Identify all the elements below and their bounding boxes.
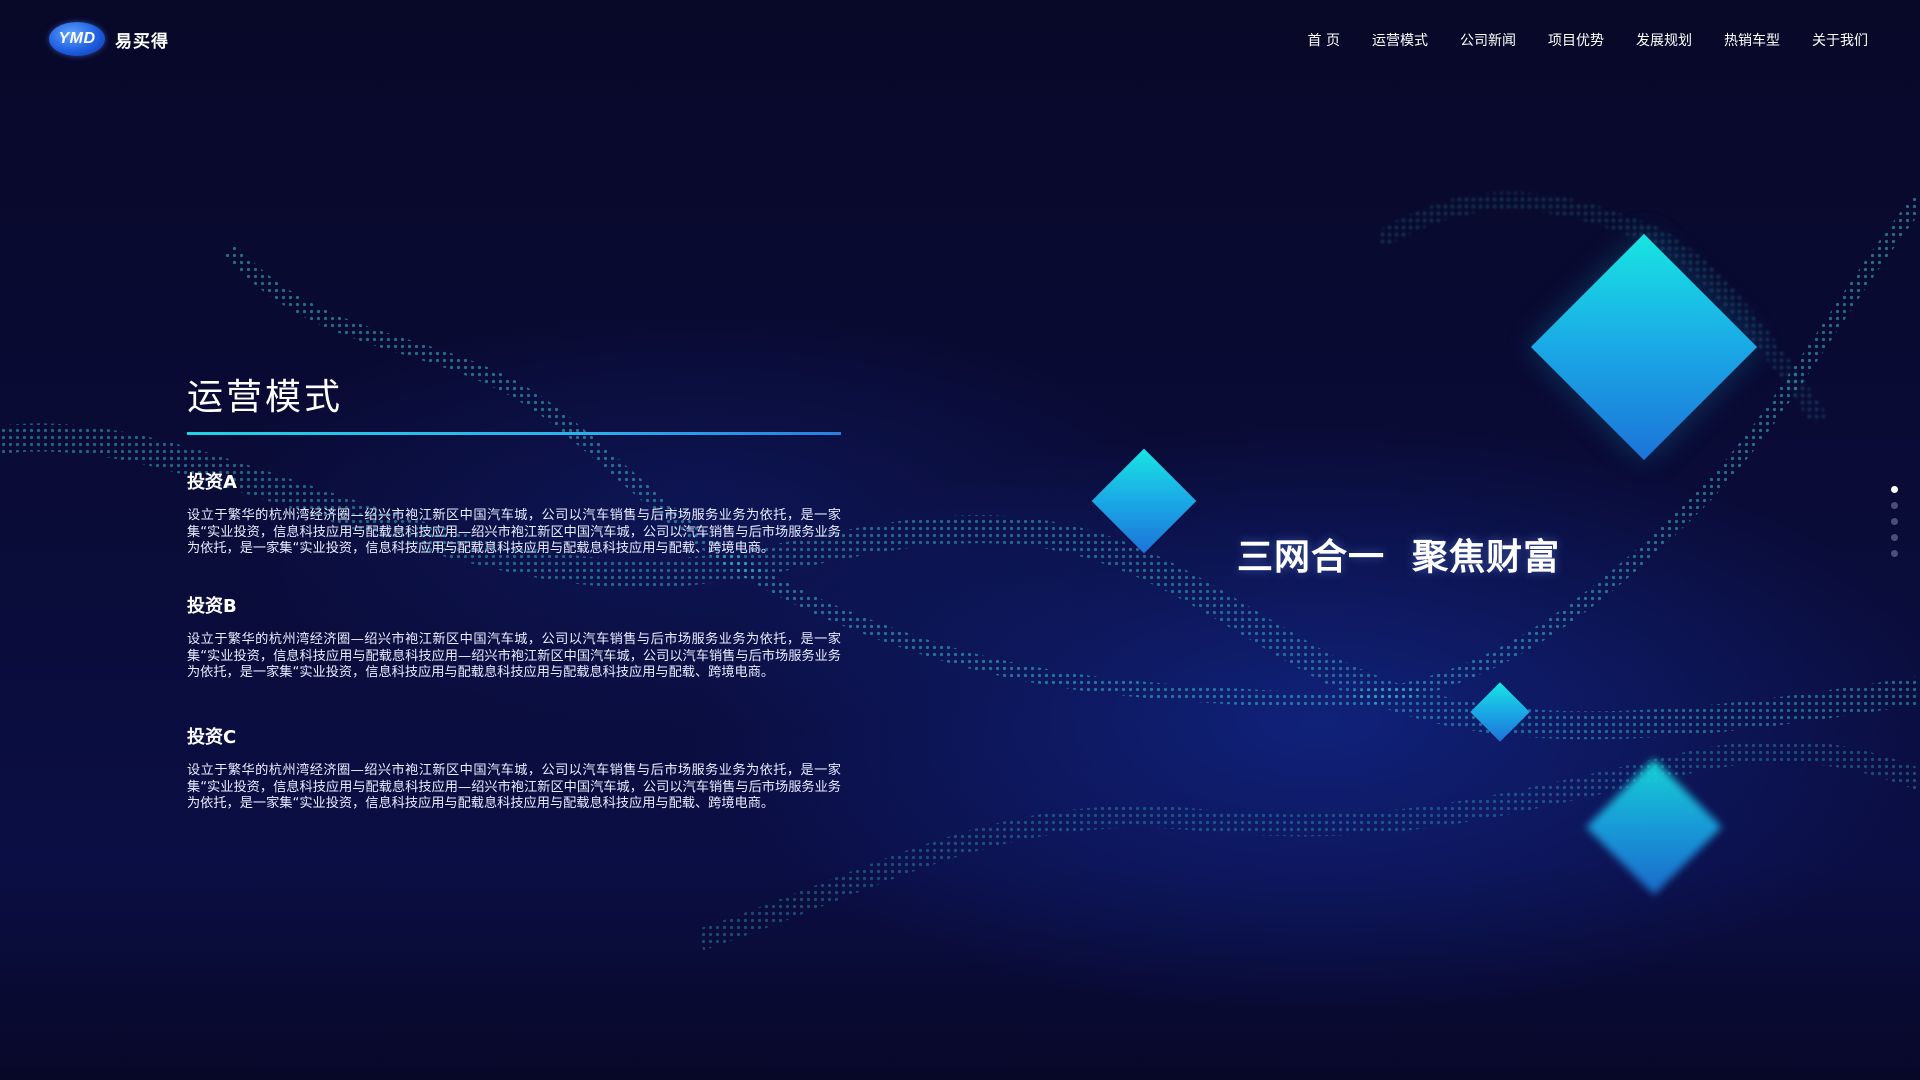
investment-title: 投资A: [187, 472, 237, 493]
pager-dot-3[interactable]: [1891, 518, 1898, 525]
nav-item-development-plan[interactable]: 发展规划: [1636, 30, 1692, 50]
top-header: YMD 易买得 首 页 运营模式 公司新闻 项目优势 发展规划 热销车型 关于我…: [0, 0, 1920, 80]
brand-name: 易买得: [115, 31, 169, 52]
investment-title: 投资C: [187, 727, 237, 748]
page: YMD 易买得 首 页 运营模式 公司新闻 项目优势 发展规划 热销车型 关于我…: [0, 0, 1920, 1080]
investment-block-b: 投资B 设立于繁华的杭州湾经济圈—绍兴市袍江新区中国汽车城，公司以汽车销售与后市…: [187, 592, 841, 682]
nav-item-about-us[interactable]: 关于我们: [1812, 30, 1868, 50]
pager-dot-1[interactable]: [1891, 486, 1898, 493]
nav-item-company-news[interactable]: 公司新闻: [1460, 30, 1516, 50]
nav-item-project-advantages[interactable]: 项目优势: [1548, 30, 1604, 50]
pager-dot-5[interactable]: [1891, 550, 1898, 557]
page-title: 运营模式: [187, 377, 344, 418]
hero-slogan: 三网合一 聚焦财富: [1237, 537, 1561, 578]
brand-logo[interactable]: YMD 易买得: [49, 22, 169, 56]
nav-item-home[interactable]: 首 页: [1308, 30, 1340, 50]
title-underline: [187, 432, 841, 435]
page-indicator: [1891, 486, 1898, 566]
investment-description: 设立于繁华的杭州湾经济圈—绍兴市袍江新区中国汽车城，公司以汽车销售与后市场服务业…: [187, 763, 841, 811]
investment-title: 投资B: [187, 596, 237, 617]
pager-dot-4[interactable]: [1891, 534, 1898, 541]
investment-block-a: 投资A 设立于繁华的杭州湾经济圈—绍兴市袍江新区中国汽车城，公司以汽车销售与后市…: [187, 468, 841, 558]
nav-item-hot-models[interactable]: 热销车型: [1724, 30, 1780, 50]
main-nav: 首 页 运营模式 公司新闻 项目优势 发展规划 热销车型 关于我们: [1276, 30, 1868, 50]
logo-badge: YMD: [49, 22, 105, 56]
investment-block-c: 投资C 设立于繁华的杭州湾经济圈—绍兴市袍江新区中国汽车城，公司以汽车销售与后市…: [187, 723, 841, 813]
investment-description: 设立于繁华的杭州湾经济圈—绍兴市袍江新区中国汽车城，公司以汽车销售与后市场服务业…: [187, 632, 841, 680]
nav-item-operation-mode[interactable]: 运营模式: [1372, 30, 1428, 50]
investment-description: 设立于繁华的杭州湾经济圈—绍兴市袍江新区中国汽车城，公司以汽车销售与后市场服务业…: [187, 508, 841, 556]
pager-dot-2[interactable]: [1891, 502, 1898, 509]
